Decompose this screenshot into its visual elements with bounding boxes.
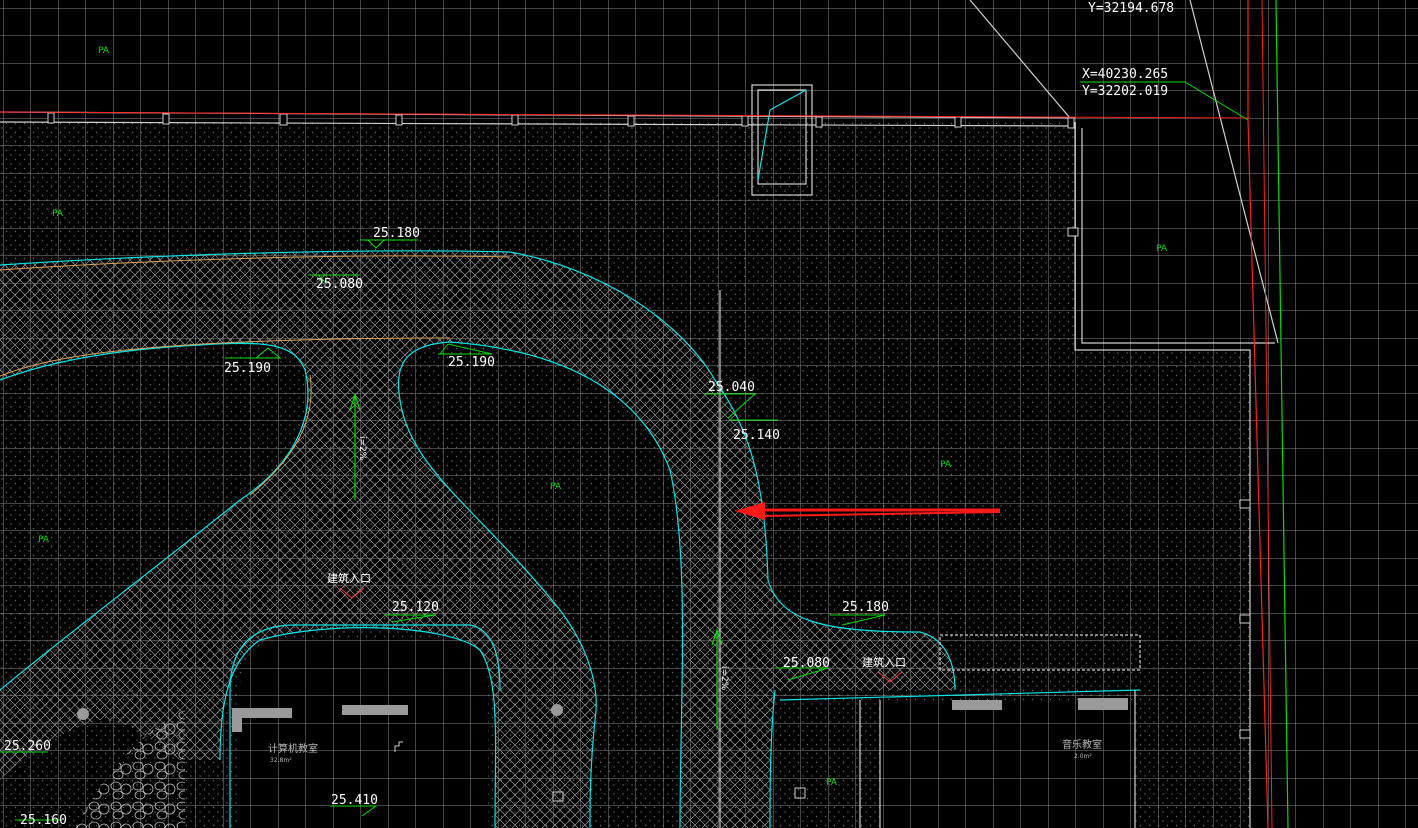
room-sublabel-computer: 32.8m² [270,757,292,764]
elevation-label: 25.140 [733,428,780,443]
room-label-music: 音乐教室 [1062,738,1102,751]
elevation-label: 25.260 [4,739,51,754]
elevation-label: 25.040 [708,380,755,395]
paving-label: PA [826,778,838,788]
room-label-computer: 计算机教室 [268,742,318,755]
paving-label: PA [940,460,952,470]
elevation-label: 25.190 [448,355,495,370]
elevation-label: 25.410 [331,793,378,808]
paving-label: PA [98,46,110,56]
paving-label: PA [550,482,562,492]
entrance-label: 建筑入口 [327,571,371,585]
coordinate-label: Y=32194.678 [1088,1,1174,16]
elevation-label: 25.160 [20,813,67,828]
entrance-label: 建筑入口 [862,655,906,669]
cad-drawing[interactable]: Y=32194.678 X=40230.265 Y=32202.019 25.1… [0,0,1418,828]
room-sublabel-music: 2.0m² [1074,753,1092,760]
elevation-label: 25.180 [842,600,889,615]
elevation-label: 25.190 [224,361,271,376]
coordinate-label: Y=32202.019 [1082,84,1168,99]
paving-label: PA [38,535,50,545]
cad-drawing-canvas[interactable]: Y=32194.678 X=40230.265 Y=32202.019 25.1… [0,0,1418,828]
slope-label: i=2% [357,436,367,461]
elevation-label: 25.080 [316,277,363,292]
coordinate-label: X=40230.265 [1082,67,1168,82]
paving-label: PA [52,209,64,219]
paving-label: PA [1156,244,1168,254]
elevation-label: 25.180 [373,226,420,241]
slope-label: i=2% [719,666,729,691]
elevation-label: 25.120 [392,600,439,615]
elevation-label: 25.080 [783,656,830,671]
